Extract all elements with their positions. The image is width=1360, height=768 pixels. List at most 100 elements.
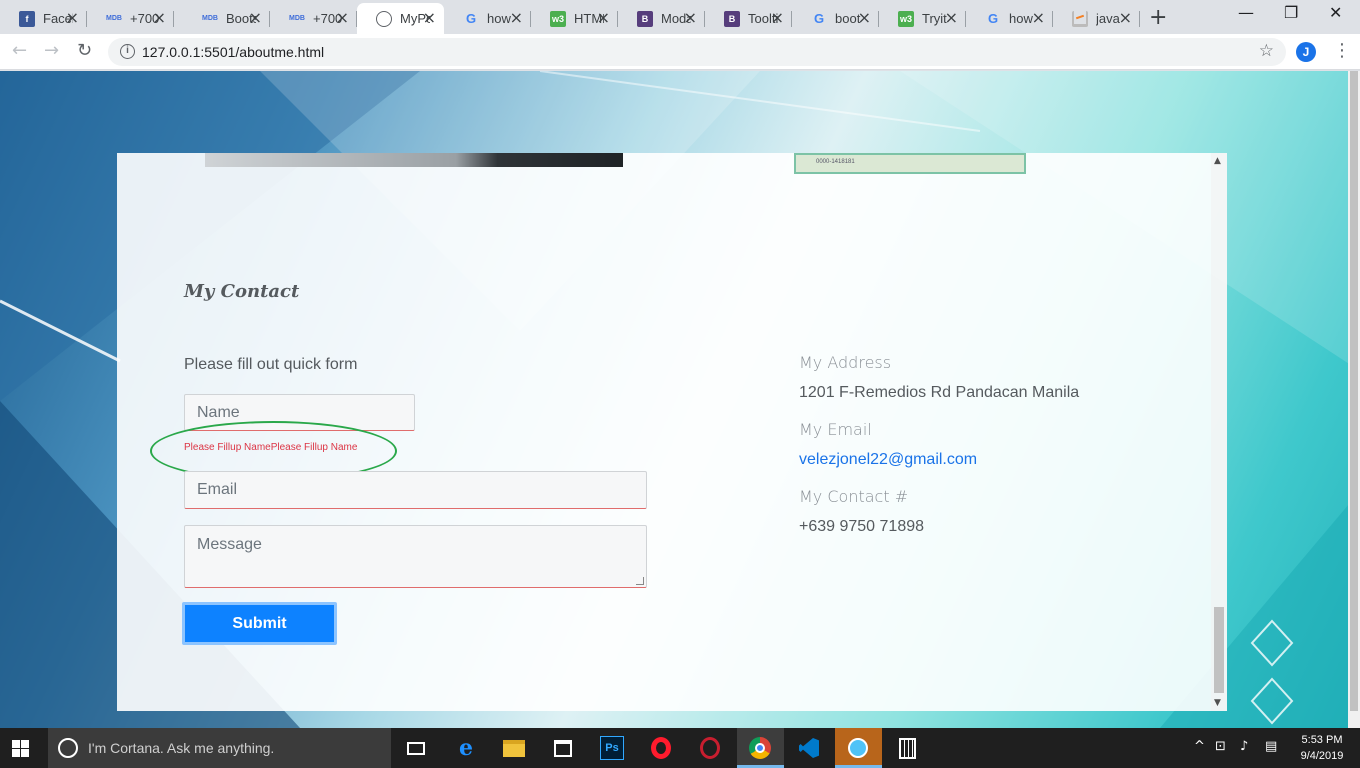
info-icon[interactable]: i [120, 44, 135, 59]
tab-bootstrap-1[interactable]: B Modal × [618, 3, 705, 34]
project-image [205, 153, 623, 167]
close-window-button[interactable]: ✕ [1329, 3, 1342, 22]
close-icon[interactable]: × [597, 9, 610, 27]
chrome-icon[interactable] [748, 736, 772, 760]
tab-mdb-3[interactable]: MDB +700 × [270, 3, 357, 34]
close-icon[interactable]: × [153, 9, 166, 27]
forward-button[interactable]: → [44, 40, 59, 61]
tab-mdb-2[interactable]: MDB Bootstrap × [183, 3, 270, 34]
close-icon[interactable]: × [1032, 9, 1045, 27]
network-icon[interactable]: ⊡ [1215, 739, 1226, 754]
resize-handle[interactable] [636, 577, 644, 585]
close-icon[interactable]: × [249, 9, 262, 27]
google-icon: G [987, 11, 999, 26]
submit-button[interactable]: Submit [182, 602, 337, 645]
close-icon[interactable]: × [1119, 9, 1132, 27]
cortana-search-box[interactable]: I'm Cortana. Ask me anything. [48, 728, 391, 768]
card-scrollbar[interactable]: ▲ ▼ [1211, 153, 1227, 711]
task-view-icon[interactable] [404, 736, 428, 760]
google-icon: G [465, 11, 477, 26]
page-viewport: 0000-1418181 My Contact Please fill out … [0, 71, 1360, 728]
w3schools-icon: w3 [550, 10, 566, 27]
edge-icon[interactable]: e [454, 735, 478, 761]
tab-strip: f Facebook × MDB +700 × MDB Bootstrap × … [0, 0, 1360, 34]
form-intro: Please fill out quick form [184, 356, 358, 373]
close-icon[interactable]: × [684, 9, 697, 27]
close-icon[interactable]: × [510, 9, 523, 27]
section-title: My Contact [184, 281, 300, 302]
phone-value: +639 9750 71898 [799, 518, 925, 535]
facebook-icon: f [19, 10, 35, 27]
mdb-icon: MDB [106, 15, 122, 22]
back-button[interactable]: ← [12, 40, 27, 61]
url-text[interactable]: 127.0.0.1:5501/aboutme.html [142, 44, 324, 60]
message-field[interactable]: Message [184, 525, 647, 588]
mdb-icon: MDB [289, 15, 305, 22]
address-label: My Address [799, 353, 892, 372]
card-scrollbar-thumb[interactable] [1214, 607, 1224, 693]
cortana-placeholder: I'm Cortana. Ask me anything. [88, 740, 275, 756]
file-explorer-icon[interactable] [502, 736, 526, 760]
contact-card: 0000-1418181 My Contact Please fill out … [117, 153, 1227, 711]
bookmark-star-icon[interactable]: ☆ [1259, 41, 1274, 61]
phone-label: My Contact # [799, 487, 909, 506]
close-icon[interactable]: × [945, 9, 958, 27]
certificate-image: 0000-1418181 [794, 153, 1026, 174]
tab-facebook[interactable]: f Facebook × [0, 3, 87, 34]
email-placeholder: Email [197, 481, 238, 498]
cortana-icon [58, 738, 78, 758]
taskbar-clock[interactable]: 5:53 PM 9/4/2019 [1292, 732, 1352, 764]
close-icon[interactable]: × [66, 9, 79, 27]
close-icon[interactable]: × [771, 9, 784, 27]
close-icon[interactable]: × [858, 9, 871, 27]
opera-gx-icon[interactable] [698, 736, 722, 760]
tab-w3schools-1[interactable]: w3 HTML × [531, 3, 618, 34]
close-icon[interactable]: × [423, 9, 436, 27]
message-placeholder: Message [197, 536, 262, 553]
bootstrap-icon: B [724, 10, 740, 27]
windows-taskbar: I'm Cortana. Ask me anything. e Ps ^ ⊡ ♪… [0, 728, 1360, 768]
new-tab-button[interactable]: + [1149, 5, 1167, 30]
show-hidden-icons-icon[interactable]: ^ [1194, 739, 1205, 754]
app-icon[interactable] [846, 736, 870, 760]
vscode-icon[interactable] [797, 736, 821, 760]
tab-google-3[interactable]: G how × [966, 3, 1053, 34]
tab-stackoverflow[interactable]: java × [1053, 3, 1140, 34]
tab-myportfolio[interactable]: MyPortfolio × [357, 3, 444, 34]
store-icon[interactable] [551, 736, 575, 760]
scroll-down-arrow-icon[interactable]: ▼ [1214, 698, 1221, 708]
google-icon: G [813, 11, 825, 26]
minimize-button[interactable]: — [1238, 3, 1254, 22]
email-field[interactable]: Email [184, 471, 647, 509]
profile-avatar[interactable]: J [1296, 42, 1316, 62]
certificate-text: 0000-1418181 [816, 159, 855, 165]
browser-toolbar: ← → ↻ i 127.0.0.1:5501/aboutme.html ☆ J … [0, 34, 1360, 70]
volume-icon[interactable]: ♪ [1240, 739, 1248, 754]
page-scrollbar[interactable] [1348, 71, 1360, 728]
restore-button[interactable]: ❐ [1284, 3, 1298, 22]
bootstrap-icon: B [637, 10, 653, 27]
clock-date: 9/4/2019 [1300, 750, 1344, 762]
email-link[interactable]: velezjonel22@gmail.com [799, 451, 977, 469]
page-scrollbar-thumb[interactable] [1350, 71, 1358, 711]
w3schools-icon: w3 [898, 10, 914, 27]
tab-mdb-1[interactable]: MDB +700 × [87, 3, 174, 34]
tab-w3schools-2[interactable]: w3 Tryit × [879, 3, 966, 34]
email-label: My Email [799, 420, 872, 439]
globe-icon [376, 10, 392, 27]
close-icon[interactable]: × [336, 9, 349, 27]
opera-icon[interactable] [649, 736, 673, 760]
tab-google-1[interactable]: G how × [444, 3, 531, 34]
notification-icon[interactable]: ▤ [1265, 739, 1277, 754]
windows-start-icon[interactable] [12, 740, 30, 757]
scroll-up-arrow-icon[interactable]: ▲ [1214, 156, 1221, 166]
mdb-icon: MDB [202, 15, 218, 22]
tab-bootstrap-2[interactable]: B Tooltip × [705, 3, 792, 34]
calculator-icon[interactable] [895, 736, 919, 760]
menu-icon[interactable]: ⋮ [1333, 40, 1351, 61]
name-placeholder: Name [197, 404, 240, 421]
reload-button[interactable]: ↻ [77, 40, 92, 61]
photoshop-icon[interactable]: Ps [600, 736, 624, 760]
tab-google-2[interactable]: G boot × [792, 3, 879, 34]
address-bar[interactable]: i 127.0.0.1:5501/aboutme.html ☆ [108, 38, 1286, 66]
